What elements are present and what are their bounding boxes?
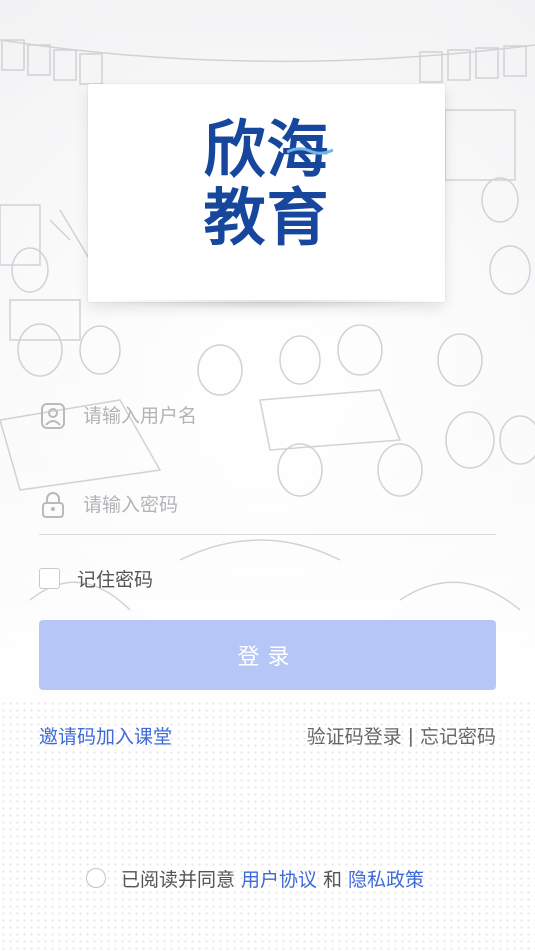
privacy-policy-link[interactable]: 隐私政策 [348,865,424,892]
login-options: 验证码登录 | 忘记密码 [307,722,496,749]
agreement-prefix: 已阅读并同意 [121,868,236,891]
agreement-and: 和 [323,868,343,891]
brand-logo: 欣海 教育 [88,116,445,252]
logo-line-1: 欣海 [203,113,330,186]
login-button[interactable]: 登录 [39,620,496,690]
forgot-password-link[interactable]: 忘记密码 [420,722,496,749]
invite-code-join-link[interactable]: 邀请码加入课堂 [39,722,172,749]
agreement-row: 已阅读并同意 用户协议 和 隐私政策 [86,864,430,892]
remember-password-label: 记住密码 [77,568,154,591]
agreement-radio[interactable] [86,868,106,888]
password-field [39,474,496,535]
username-field [39,385,496,445]
sms-code-login-link[interactable]: 验证码登录 [307,722,402,749]
link-separator: | [407,724,414,747]
remember-password-checkbox[interactable] [39,567,60,589]
logo-wave-icon [287,147,333,155]
logo-line-2: 教育 [203,181,330,254]
logo-card: 欣海 教育 [88,84,445,310]
lock-icon [42,492,64,518]
username-input[interactable] [81,395,485,437]
remember-password-row[interactable]: 记住密码 [39,565,153,591]
password-input[interactable] [81,484,485,526]
user-agreement-link[interactable]: 用户协议 [241,865,317,892]
user-icon [41,403,65,429]
